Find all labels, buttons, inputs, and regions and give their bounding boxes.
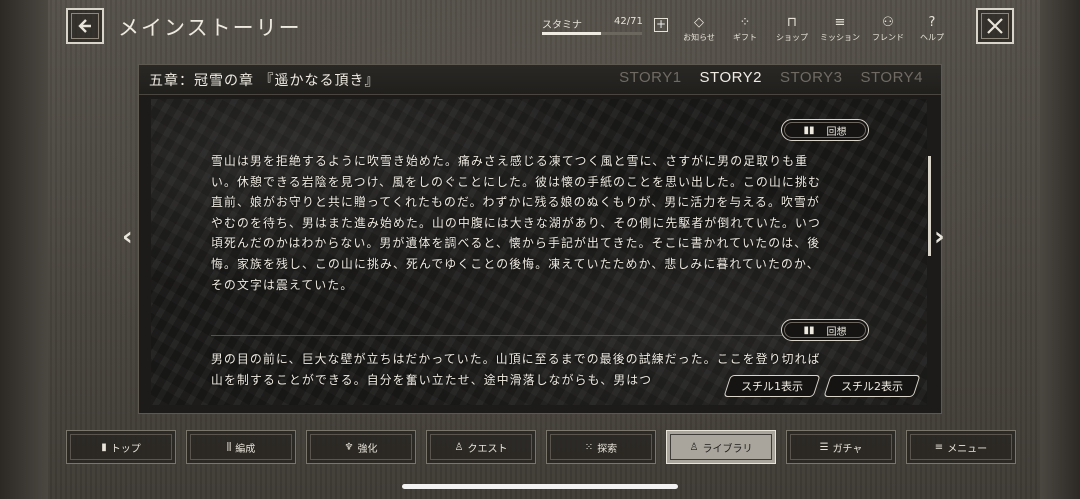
prev-arrow-icon[interactable]: ‹ bbox=[122, 222, 133, 252]
bottom-nav-gacha[interactable]: ☰ ガチャ bbox=[786, 430, 896, 464]
bottom-nav-library[interactable]: ♙ ライブラリ bbox=[666, 430, 776, 464]
stamina-value: 42/71 bbox=[614, 16, 643, 27]
still2-button[interactable]: スチル2表示 bbox=[823, 375, 921, 397]
story-tabs: STORY1 STORY2 STORY3 STORY4 bbox=[601, 69, 923, 86]
top-nav-label: ギフト bbox=[733, 33, 757, 42]
formation-icon: ⫼ bbox=[226, 441, 232, 453]
bottom-nav-explore[interactable]: ⁙ 探索 bbox=[546, 430, 656, 464]
bottom-nav-label: ガチャ bbox=[832, 443, 863, 455]
friend-icon: ⚇ bbox=[882, 15, 894, 30]
tab-story2[interactable]: STORY2 bbox=[700, 69, 762, 86]
recall-label: 回想 bbox=[826, 126, 847, 138]
stamina-fill bbox=[542, 32, 602, 35]
stamina-bar bbox=[542, 32, 642, 35]
tab-story1[interactable]: STORY1 bbox=[619, 69, 681, 86]
still1-label: スチル1表示 bbox=[741, 380, 803, 393]
background-book-right bbox=[1040, 0, 1080, 499]
page-title: メインストーリー bbox=[118, 16, 302, 40]
library-icon: ♙ bbox=[689, 441, 699, 453]
bottom-nav-label: トップ bbox=[110, 443, 141, 455]
mission-icon: ≡ bbox=[834, 15, 846, 30]
back-arrow-icon bbox=[78, 19, 91, 33]
chapter-title: 五章：冠雪の章 『遥かなる頂き』 bbox=[149, 73, 380, 89]
top-nav-label: ヘルプ bbox=[920, 33, 944, 42]
tab-story3[interactable]: STORY3 bbox=[780, 69, 842, 86]
paragraph-divider bbox=[211, 335, 827, 336]
bottom-nav-label: ライブラリ bbox=[702, 443, 753, 455]
bottom-nav-label: 強化 bbox=[357, 443, 378, 455]
still2-label: スチル2表示 bbox=[841, 380, 903, 393]
bottom-nav: ▮ トップ ⫼ 編成 ♆ 強化 ♙ クエスト ⁙ 探索 ♙ ライブラリ ☰ ガチ… bbox=[66, 430, 1026, 464]
help-icon: ? bbox=[928, 15, 936, 30]
notice-icon: ◇ bbox=[694, 15, 704, 30]
bottom-nav-label: 探索 bbox=[597, 443, 618, 455]
close-icon bbox=[987, 18, 1003, 34]
story-paragraph: 雪山は男を拒絶するように吹雪き始めた。痛みさえ感じる凍てつく風と雪に、さすがに男… bbox=[211, 154, 822, 292]
stamina-label: スタミナ bbox=[542, 20, 582, 31]
top-nav-notice[interactable]: ◇ お知らせ bbox=[676, 14, 722, 48]
recall-label: 回想 bbox=[826, 326, 847, 338]
book-icon: ▮▮ bbox=[803, 124, 815, 136]
menu-icon: ≡ bbox=[934, 441, 944, 453]
panel-header: 五章：冠雪の章 『遥かなる頂き』 STORY1 STORY2 STORY3 ST… bbox=[139, 65, 941, 95]
stamina-add-button[interactable]: + bbox=[654, 18, 668, 32]
bottom-nav-enhance[interactable]: ♆ 強化 bbox=[306, 430, 416, 464]
gacha-icon: ☰ bbox=[819, 441, 829, 453]
explore-icon: ⁙ bbox=[584, 441, 594, 453]
story-scroll-area[interactable]: ▮▮ 回想 雪山は男を拒絶するように吹雪き始めた。痛みさえ感じる凍てつく風と雪に… bbox=[151, 99, 927, 405]
top-nav-mission[interactable]: ≡ ミッション bbox=[816, 14, 864, 48]
quest-icon: ♙ bbox=[454, 441, 464, 453]
story-scrollbar[interactable] bbox=[928, 156, 931, 256]
top-nav-shop[interactable]: ⊓ ショップ bbox=[768, 14, 816, 48]
stamina-gauge: スタミナ 42/71 + bbox=[538, 16, 670, 38]
top-nav-label: ミッション bbox=[820, 33, 860, 42]
bottom-nav-top[interactable]: ▮ トップ bbox=[66, 430, 176, 464]
recall-button[interactable]: ▮▮ 回想 bbox=[781, 119, 869, 141]
enhance-icon: ♆ bbox=[344, 441, 354, 453]
gift-icon: ⁘ bbox=[739, 15, 751, 30]
top-nav-help[interactable]: ? ヘルプ bbox=[912, 14, 952, 48]
next-arrow-icon[interactable]: › bbox=[934, 222, 945, 252]
home-indicator[interactable] bbox=[402, 484, 678, 489]
top-nav-label: ショップ bbox=[776, 33, 808, 42]
shop-icon: ⊓ bbox=[786, 15, 798, 30]
bottom-nav-label: 編成 bbox=[235, 443, 256, 455]
recall-button[interactable]: ▮▮ 回想 bbox=[781, 319, 869, 341]
top-nav-label: フレンド bbox=[872, 33, 904, 42]
book-icon: ▮▮ bbox=[803, 324, 815, 336]
bottom-nav-label: メニュー bbox=[947, 443, 988, 455]
bottom-nav-formation[interactable]: ⫼ 編成 bbox=[186, 430, 296, 464]
close-button[interactable] bbox=[976, 8, 1014, 44]
back-button[interactable] bbox=[66, 8, 104, 44]
bottom-nav-label: クエスト bbox=[467, 443, 508, 455]
story-panel: 五章：冠雪の章 『遥かなる頂き』 STORY1 STORY2 STORY3 ST… bbox=[138, 64, 942, 414]
top-icon: ▮ bbox=[101, 441, 107, 453]
background-book-left bbox=[0, 0, 48, 499]
still1-button[interactable]: スチル1表示 bbox=[723, 375, 821, 397]
top-nav-gift[interactable]: ⁘ ギフト bbox=[722, 14, 768, 48]
bottom-nav-menu[interactable]: ≡ メニュー bbox=[906, 430, 1016, 464]
bottom-nav-quest[interactable]: ♙ クエスト bbox=[426, 430, 536, 464]
top-nav-label: お知らせ bbox=[683, 33, 715, 42]
tab-story4[interactable]: STORY4 bbox=[861, 69, 923, 86]
top-nav: ◇ お知らせ ⁘ ギフト ⊓ ショップ ≡ ミッション ⚇ フレンド ? ヘルプ bbox=[676, 14, 952, 48]
top-nav-friend[interactable]: ⚇ フレンド bbox=[864, 14, 912, 48]
